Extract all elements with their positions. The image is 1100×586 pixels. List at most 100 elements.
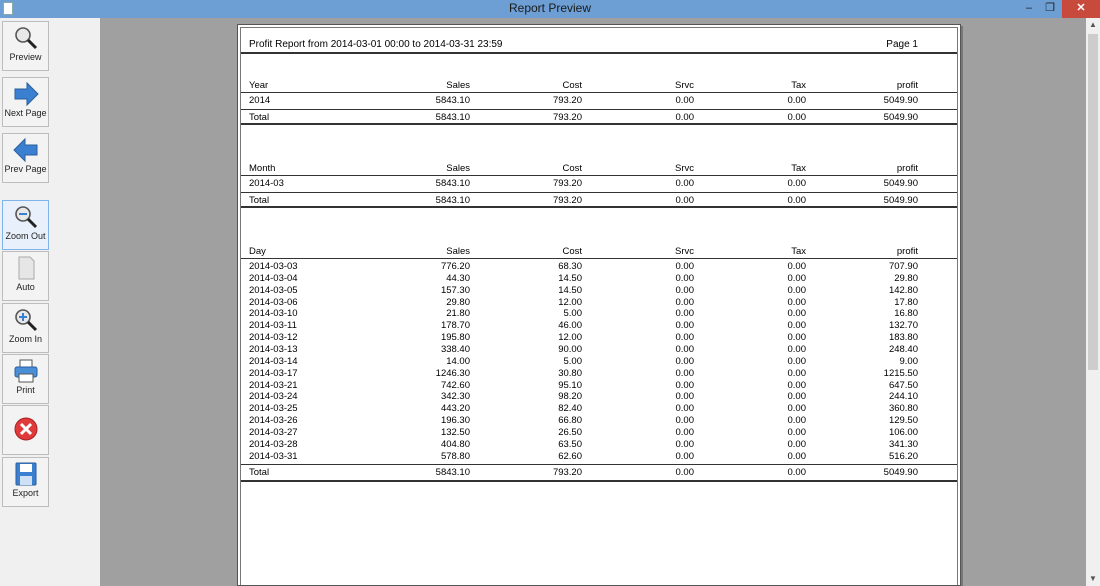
table-row: 2014-03-21 742.60 95.10 0.00 0.00 647.50 [241, 380, 957, 392]
restore-button[interactable]: ❐ [1042, 0, 1058, 18]
cell: 157.30 [440, 284, 470, 296]
cell: 0.00 [787, 343, 807, 355]
cell: 342.30 [440, 391, 470, 403]
cell: 2014-03-24 [249, 391, 298, 403]
title-bar: Report Preview ‒ ❐ ✕ [0, 0, 1100, 18]
cell: 2014-03-12 [249, 332, 298, 344]
cell: 0.00 [787, 426, 807, 438]
cell: 0.00 [787, 112, 807, 123]
cell: 793.20 [552, 195, 582, 206]
export-button[interactable]: Export [2, 457, 49, 507]
close-window-button[interactable]: ✕ [1062, 0, 1100, 18]
cell: 793.20 [552, 95, 582, 106]
cell: 5843.10 [435, 178, 470, 189]
cell: 360.80 [888, 403, 918, 415]
cell: 26.50 [558, 426, 582, 438]
toolbar: Preview Next Page Prev Page Zoom Out Aut… [0, 18, 100, 586]
cell: 2014-03-27 [249, 426, 298, 438]
cell: 404.80 [440, 438, 470, 450]
prev-page-button[interactable]: Prev Page [2, 133, 49, 183]
cell: 1246.30 [435, 367, 470, 379]
cell: 0.00 [787, 308, 807, 320]
cell: 0.00 [675, 415, 695, 427]
total-row: Total 5843.10 793.20 0.00 0.00 5049.90 [241, 467, 957, 479]
cell: 0.00 [787, 438, 807, 450]
cell: Total [249, 195, 270, 206]
table-row: 2014-03-12 195.80 12.00 0.00 0.00 183.80 [241, 332, 957, 344]
cell: 2014-03-25 [249, 403, 298, 415]
cell: 443.20 [440, 403, 470, 415]
total-rule [241, 109, 957, 110]
cell: 0.00 [787, 195, 807, 206]
cell: 2014-03-31 [249, 450, 298, 462]
cell: 0.00 [675, 450, 695, 462]
page-number: Page 1 [886, 39, 918, 50]
cell: 29.80 [894, 272, 918, 284]
cell: 338.40 [440, 343, 470, 355]
cell: 21.80 [446, 308, 470, 320]
cell: 2014-03-26 [249, 415, 298, 427]
cell: Sales [446, 246, 470, 257]
scroll-up-arrow[interactable]: ▲ [1086, 18, 1100, 32]
header-rule [241, 92, 957, 93]
cell: 2014-03-14 [249, 355, 298, 367]
cell: 2014-03-17 [249, 367, 298, 379]
cell: 132.70 [888, 320, 918, 332]
table-row: 2014-03-10 21.80 5.00 0.00 0.00 16.80 [241, 308, 957, 320]
cell: 0.00 [787, 355, 807, 367]
close-report-button[interactable] [2, 405, 49, 455]
arrow-right-icon [14, 81, 39, 107]
scroll-down-arrow[interactable]: ▼ [1086, 572, 1100, 586]
cell: 129.50 [888, 415, 918, 427]
preview-label: Preview [9, 52, 42, 62]
vertical-scrollbar[interactable]: ▲ ▼ [1086, 18, 1100, 586]
cell: 44.30 [446, 272, 470, 284]
column-header-row: Day Sales Cost Srvc Tax profit [241, 246, 957, 258]
cell: 0.00 [675, 403, 695, 415]
table-row: 2014 5843.10 793.20 0.00 0.00 5049.90 [241, 95, 957, 107]
cell: 12.00 [558, 296, 582, 308]
cell: 0.00 [675, 391, 695, 403]
cell: 1215.50 [883, 367, 918, 379]
cell: 5.00 [563, 355, 583, 367]
cell: 0.00 [675, 195, 695, 206]
cell: 0.00 [675, 379, 695, 391]
cell: 248.40 [888, 343, 918, 355]
auto-button[interactable]: Auto [2, 251, 49, 301]
table-row: 2014-03 5843.10 793.20 0.00 0.00 5049.90 [241, 178, 957, 190]
zoom-in-button[interactable]: Zoom In [2, 303, 49, 353]
cell: 244.10 [888, 391, 918, 403]
cell: 0.00 [675, 320, 695, 332]
print-button[interactable]: Print [2, 354, 49, 404]
prev-page-label: Prev Page [4, 164, 47, 174]
next-page-button[interactable]: Next Page [2, 77, 49, 127]
cell: 2014-03-03 [249, 261, 298, 272]
zoom-out-button[interactable]: Zoom Out [2, 200, 49, 250]
cell: 0.00 [675, 426, 695, 438]
cell: 132.50 [440, 426, 470, 438]
auto-label: Auto [16, 282, 35, 292]
cell: 793.20 [552, 467, 582, 479]
report-page: Profit Report from 2014-03-01 00:00 to 2… [237, 24, 961, 586]
cell: 14.50 [558, 284, 582, 296]
cell: 0.00 [787, 320, 807, 332]
cell: Cost [562, 246, 582, 257]
cell: Sales [446, 80, 470, 91]
cell: 16.80 [894, 308, 918, 320]
cell: 578.80 [440, 450, 470, 462]
cell: 793.20 [552, 178, 582, 189]
magnifier-icon [14, 27, 37, 50]
cell: 0.00 [675, 343, 695, 355]
cell: 66.80 [558, 415, 582, 427]
cell: 0.00 [675, 355, 695, 367]
minimize-button[interactable]: ‒ [1022, 0, 1036, 18]
cell: Day [249, 246, 266, 257]
cell: Tax [791, 246, 806, 257]
scroll-thumb[interactable] [1088, 34, 1098, 370]
cell: 0.00 [787, 272, 807, 284]
cell: 5049.90 [883, 467, 918, 479]
cell: 0.00 [675, 308, 695, 320]
section-divider [241, 206, 957, 208]
cell: 5843.10 [435, 112, 470, 123]
preview-button[interactable]: Preview [2, 21, 49, 71]
